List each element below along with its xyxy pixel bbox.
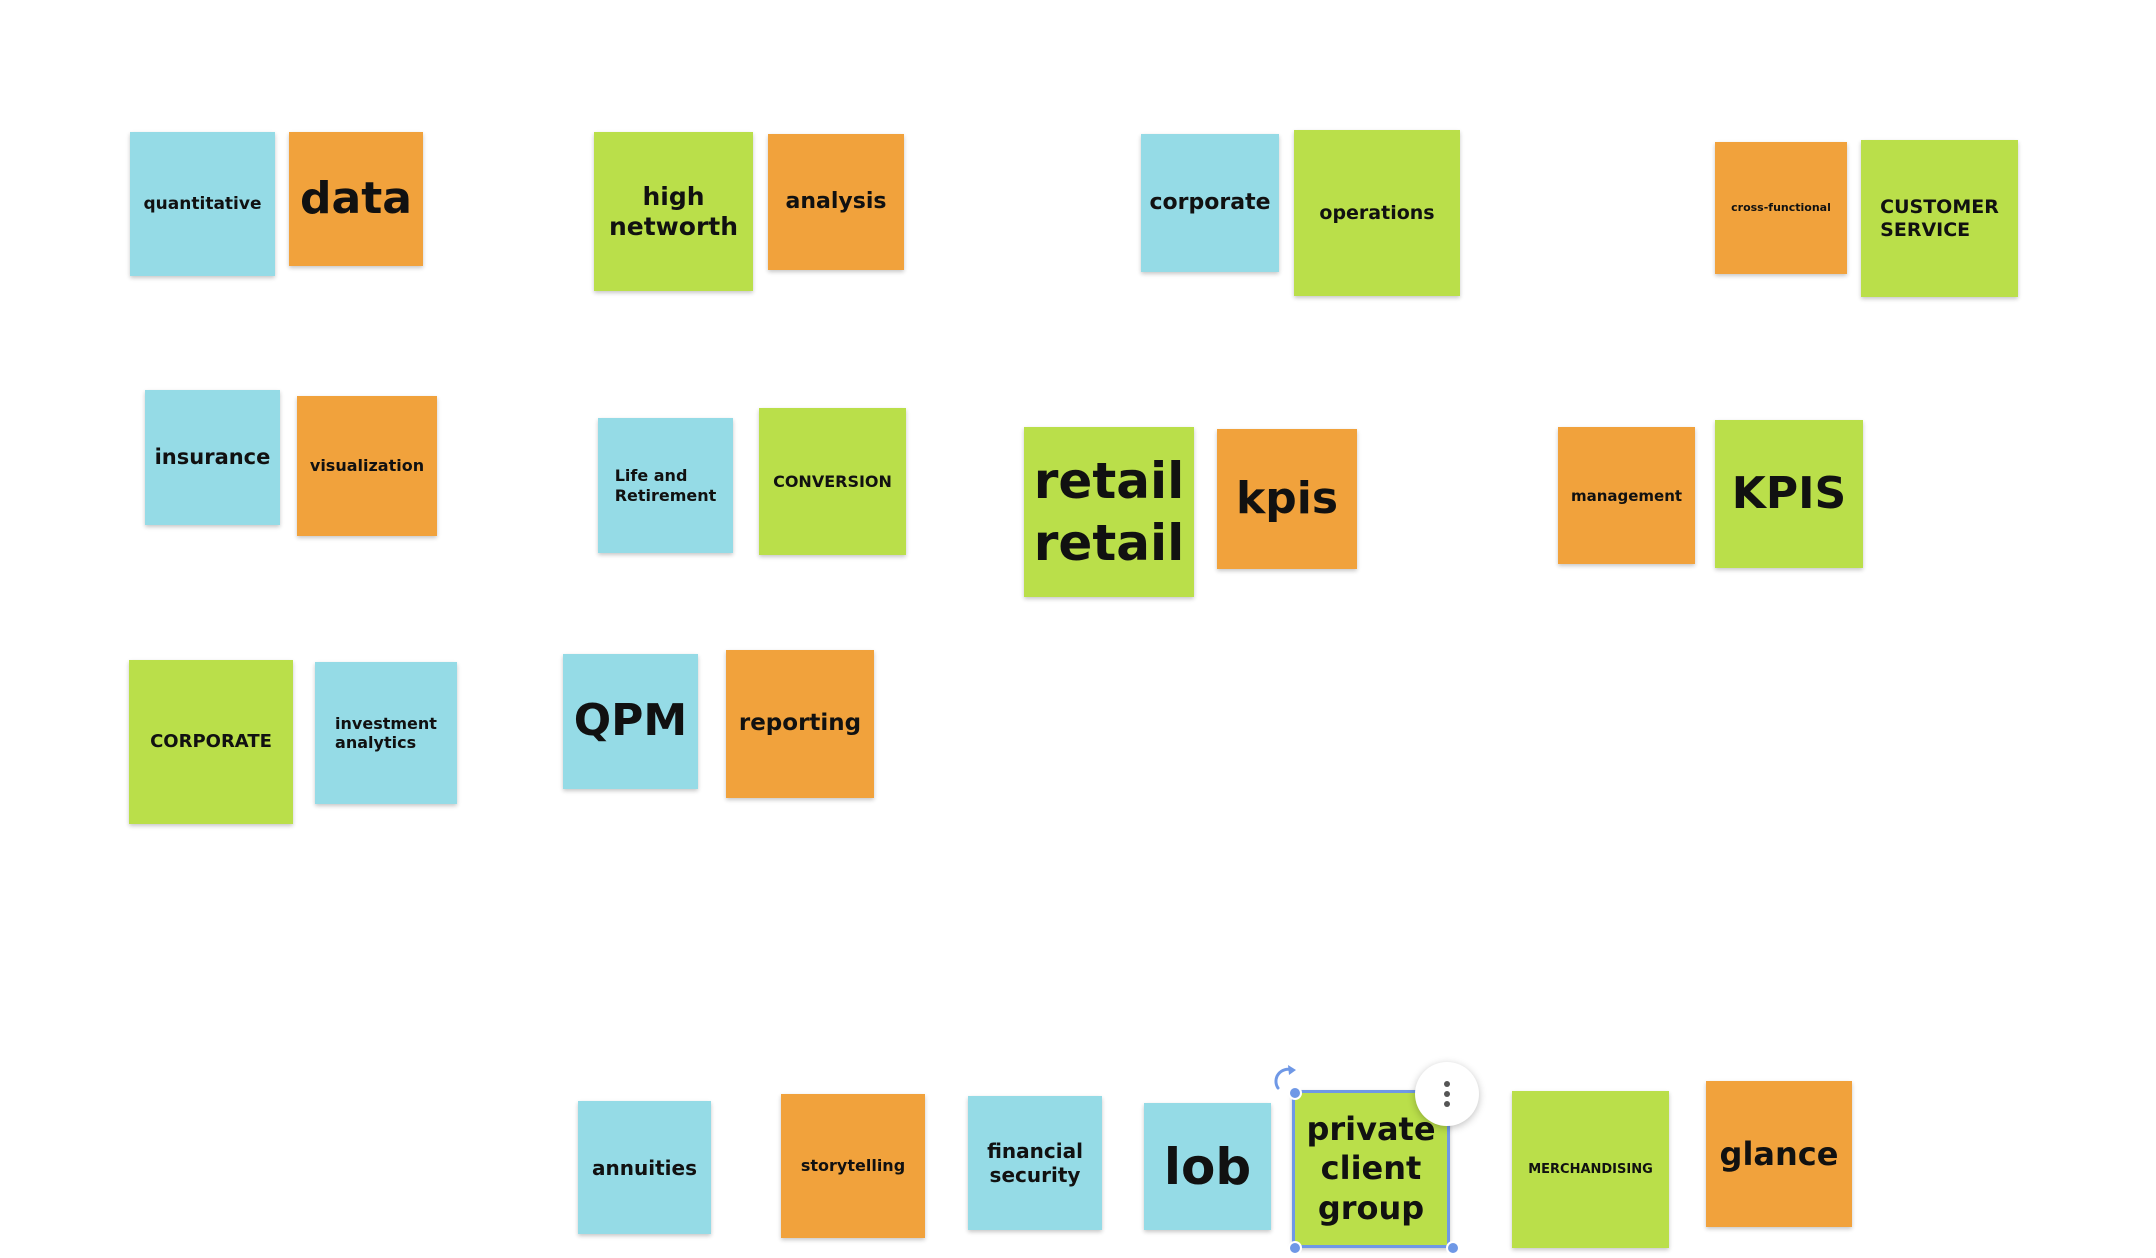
sticky-note-merchandising[interactable]: MERCHANDISING <box>1512 1091 1669 1248</box>
sticky-note-text: QPM <box>573 695 688 747</box>
sticky-note-kpis-caps[interactable]: KPIS <box>1715 420 1863 568</box>
sticky-note-high-networth[interactable]: high networth <box>594 132 753 291</box>
sticky-note-text: annuities <box>592 1155 697 1180</box>
sticky-note-text: CUSTOMER SERVICE <box>1880 195 1999 241</box>
sticky-note-kpis[interactable]: kpis <box>1217 429 1357 569</box>
sticky-note-text: CONVERSION <box>773 471 892 491</box>
sticky-note-financial-security[interactable]: financial security <box>968 1096 1102 1230</box>
more-options-button[interactable] <box>1415 1062 1479 1126</box>
resize-handle-bottom-left[interactable] <box>1288 1241 1302 1255</box>
sticky-note-glance[interactable]: glance <box>1706 1081 1852 1227</box>
whiteboard-canvas[interactable]: quantitative data high networth analysis… <box>0 0 2156 1258</box>
sticky-note-investment-analytics[interactable]: investment analytics <box>315 662 457 804</box>
rotate-icon[interactable] <box>1268 1060 1304 1096</box>
sticky-note-storytelling[interactable]: storytelling <box>781 1094 925 1238</box>
sticky-note-text: cross-functional <box>1731 201 1831 215</box>
sticky-note-text: glance <box>1719 1134 1839 1173</box>
sticky-note-text: lob <box>1163 1137 1252 1196</box>
sticky-note-operations[interactable]: operations <box>1294 130 1460 296</box>
sticky-note-text: Life and Retirement <box>614 466 717 505</box>
sticky-note-conversion[interactable]: CONVERSION <box>759 408 906 555</box>
sticky-note-text: operations <box>1319 201 1435 224</box>
sticky-note-corporate-caps[interactable]: CORPORATE <box>129 660 293 824</box>
sticky-note-text: investment analytics <box>335 713 437 752</box>
sticky-note-life-and-retirement[interactable]: Life and Retirement <box>598 418 733 553</box>
sticky-note-text: KPIS <box>1731 467 1847 519</box>
sticky-note-data[interactable]: data <box>289 132 423 266</box>
sticky-note-insurance[interactable]: insurance <box>145 390 280 525</box>
sticky-note-text: data <box>300 172 412 224</box>
sticky-note-visualization[interactable]: visualization <box>297 396 437 536</box>
sticky-note-quantitative[interactable]: quantitative <box>130 132 275 276</box>
sticky-note-text: visualization <box>309 456 425 476</box>
sticky-note-text: MERCHANDISING <box>1528 1161 1653 1177</box>
sticky-note-text: financial security <box>987 1139 1083 1187</box>
sticky-note-corporate[interactable]: corporate <box>1141 134 1279 272</box>
sticky-note-customer-service[interactable]: CUSTOMER SERVICE <box>1861 140 2018 297</box>
sticky-note-text: private client group <box>1306 1110 1436 1227</box>
sticky-note-annuities[interactable]: annuities <box>578 1101 711 1234</box>
sticky-note-retail-retail[interactable]: retail retail <box>1024 427 1194 597</box>
sticky-note-text: retail retail <box>1033 451 1185 573</box>
sticky-note-text: kpis <box>1235 472 1339 524</box>
sticky-note-lob[interactable]: lob <box>1144 1103 1271 1230</box>
sticky-note-text: storytelling <box>800 1156 906 1176</box>
sticky-note-analysis[interactable]: analysis <box>768 134 904 270</box>
vertical-ellipsis-icon <box>1444 1081 1450 1107</box>
sticky-note-qpm[interactable]: QPM <box>563 654 698 789</box>
sticky-note-text: corporate <box>1149 189 1271 215</box>
sticky-note-cross-functional[interactable]: cross-functional <box>1715 142 1847 274</box>
sticky-note-text: quantitative <box>143 193 262 214</box>
sticky-note-reporting[interactable]: reporting <box>726 650 874 798</box>
sticky-note-management[interactable]: management <box>1558 427 1695 564</box>
sticky-note-text: reporting <box>738 710 862 737</box>
resize-handle-bottom-right[interactable] <box>1446 1241 1460 1255</box>
sticky-note-text: insurance <box>154 444 271 469</box>
sticky-note-text: CORPORATE <box>150 731 272 753</box>
sticky-note-text: high networth <box>608 181 739 241</box>
sticky-note-text: management <box>1570 486 1683 505</box>
sticky-note-text: analysis <box>785 188 887 214</box>
